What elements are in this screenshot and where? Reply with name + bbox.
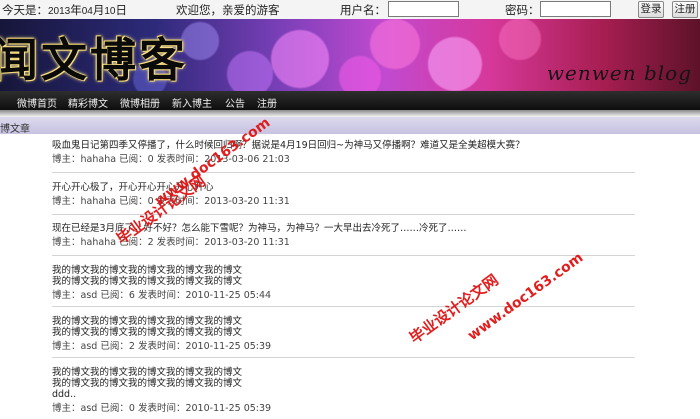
reads-label: 已阅： [119, 196, 148, 207]
time-label: 发表时间： [137, 341, 186, 352]
nav-item-home[interactable]: 微博首页 [17, 95, 57, 110]
time-label: 发表时间： [156, 237, 205, 248]
list-item: 我的博文我的博文我的博文我的博文我的博文 我的博文我的博文我的博文我的博文我的博… [52, 316, 635, 358]
author-label: 博主： [52, 403, 81, 414]
date-day: 10 [104, 6, 116, 17]
list-item: 开心开心极了，开心开心开心开心开心 博主：hahaha 已阅：0 发表时间：20… [52, 182, 635, 215]
username-label: 用户名： [340, 3, 386, 17]
list-item: 吸血鬼日记第四季又停播了，什么时候回归啊？据说是4月19日回归~为神马又停播啊？… [52, 140, 635, 173]
time-label: 发表时间： [137, 290, 186, 301]
today-label: 今天是： [2, 3, 48, 17]
date-day-suffix: 日 [115, 3, 128, 17]
nav-item-new-bloggers[interactable]: 新入博主 [172, 95, 212, 110]
post-title[interactable]: 我的博文我的博文我的博文我的博文我的博文 [52, 367, 635, 378]
post-meta: 博主：asd 已阅：2 发表时间：2010-11-25 05:39 [52, 341, 635, 352]
author-label: 博主： [52, 237, 81, 248]
author-label: 博主： [52, 196, 81, 207]
post-title[interactable]: 开心开心极了，开心开心开心开心开心 [52, 182, 635, 193]
post-author[interactable]: asd [81, 290, 98, 301]
post-author[interactable]: asd [81, 403, 98, 414]
post-reads: 6 [128, 290, 135, 301]
post-meta: 博主：asd 已阅：0 发表时间：2010-11-25 05:39 [52, 403, 635, 414]
list-item: 我的博文我的博文我的博文我的博文我的博文 我的博文我的博文我的博文我的博文我的博… [52, 367, 635, 417]
post-reads: 0 [128, 403, 135, 414]
post-time: 2010-11-25 05:39 [185, 341, 272, 352]
nav-item-notice[interactable]: 公告 [225, 95, 245, 110]
date-year-suffix: 年 [70, 3, 82, 17]
post-reads: 2 [128, 341, 135, 352]
post-title[interactable]: 吸血鬼日记第四季又停播了，什么时候回归啊？据说是4月19日回归~为神马又停播啊？… [52, 140, 635, 151]
post-author[interactable]: hahaha [81, 237, 117, 248]
author-label: 博主： [52, 341, 81, 352]
post-author[interactable]: asd [81, 341, 98, 352]
post-reads: 2 [147, 237, 154, 248]
post-time: 2010-11-25 05:39 [185, 403, 272, 414]
post-meta: 博主：hahaha 已阅：0 发表时间：2013-03-06 21:03 [52, 154, 635, 165]
post-meta: 博主：hahaha 已阅：2 发表时间：2013-03-20 11:31 [52, 237, 635, 248]
reads-label: 已阅： [100, 290, 129, 301]
main-nav: 微博首页 精彩博文 微博相册 新入博主 公告 注册 [0, 91, 700, 110]
post-title[interactable]: 我的博文我的博文我的博文我的博文我的博文 [52, 316, 635, 327]
nav-item-register[interactable]: 注册 [257, 95, 277, 110]
post-author[interactable]: hahaha [81, 196, 117, 207]
header-banner: 闻文博客 wenwen blog [0, 19, 700, 91]
password-label: 密码： [505, 3, 540, 17]
register-button[interactable]: 注册 [672, 1, 698, 18]
post-title-line2[interactable]: 我的博文我的博文我的博文我的博文我的博文 [52, 327, 635, 338]
date-year: 2013 [48, 6, 71, 17]
top-bar: 今天是：2013年04月10日 欢迎您，亲爱的游客 用户名： 密码： 登录 注册 [0, 0, 700, 19]
date-display: 今天是：2013年04月10日 [2, 2, 127, 18]
reads-label: 已阅： [119, 154, 148, 165]
welcome-text: 欢迎您，亲爱的游客 [176, 3, 280, 17]
reads-label: 已阅： [100, 403, 129, 414]
site-subtitle: wenwen blog [546, 61, 692, 85]
reads-label: 已阅： [100, 341, 129, 352]
author-label: 博主： [52, 290, 81, 301]
author-label: 博主： [52, 154, 81, 165]
section-header: 博文章 [0, 117, 700, 135]
site-title: 闻文博客 [0, 33, 188, 87]
post-author[interactable]: hahaha [81, 154, 117, 165]
time-label: 发表时间： [137, 403, 186, 414]
post-reads: 0 [147, 154, 154, 165]
nav-shadow [0, 110, 700, 117]
login-button[interactable]: 登录 [638, 1, 664, 18]
post-title-line2[interactable]: 我的博文我的博文我的博文我的博文我的博文 [52, 378, 635, 389]
post-time: 2013-03-20 11:31 [204, 196, 290, 207]
date-month: 04 [81, 6, 93, 17]
post-time: 2010-11-25 05:44 [185, 290, 272, 301]
nav-item-featured[interactable]: 精彩博文 [68, 95, 108, 110]
date-month-suffix: 月 [92, 3, 105, 17]
post-title-line3[interactable]: ddd.. [52, 389, 635, 400]
username-input[interactable] [388, 1, 459, 17]
password-input[interactable] [540, 1, 611, 17]
section-title: 博文章 [0, 124, 30, 135]
post-time: 2013-03-20 11:31 [204, 237, 290, 248]
post-meta: 博主：asd 已阅：6 发表时间：2010-11-25 05:44 [52, 290, 635, 301]
nav-item-album[interactable]: 微博相册 [120, 95, 160, 110]
post-meta: 博主：hahaha 已阅：0 发表时间：2013-03-20 11:31 [52, 196, 635, 207]
